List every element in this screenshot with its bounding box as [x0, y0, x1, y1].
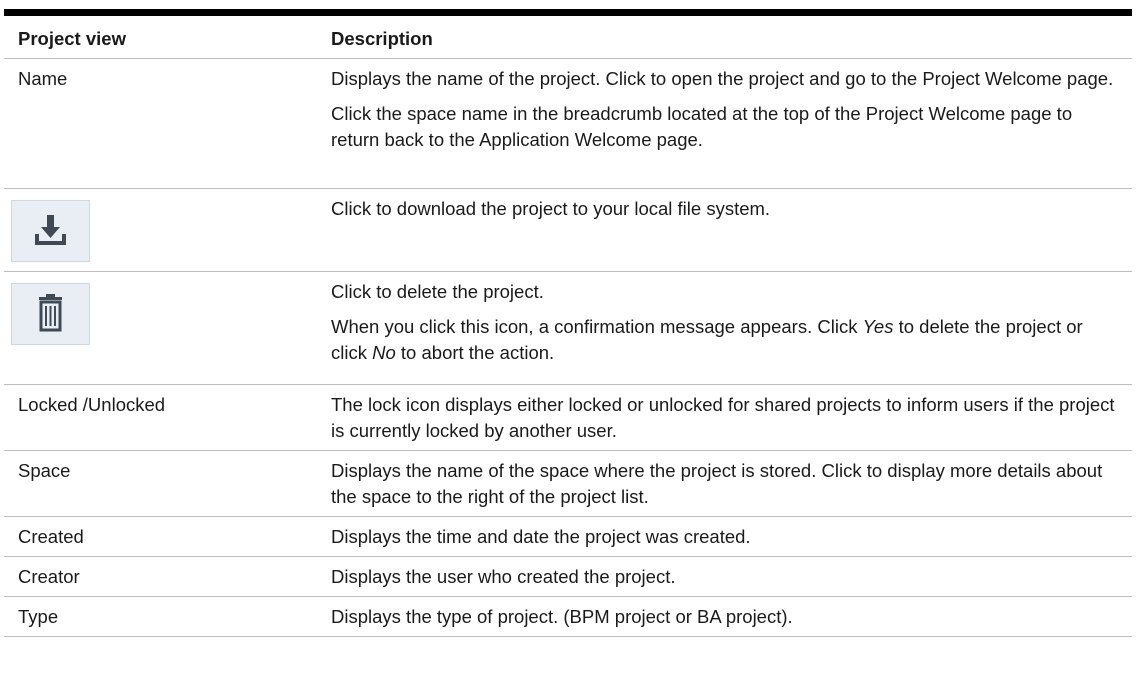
- view-cell-creator: Creator: [4, 556, 317, 597]
- header-description: Description: [317, 9, 1132, 59]
- download-icon: [11, 200, 90, 262]
- no-emphasis: No: [372, 342, 396, 363]
- desc-text: When you click this icon, a confirmation…: [331, 316, 863, 337]
- table-row-creator: Creator Displays the user who created th…: [4, 556, 1132, 597]
- view-cell-type: Type: [4, 596, 317, 637]
- trash-icon: [11, 283, 90, 345]
- desc-paragraph: Click the space name in the breadcrumb l…: [331, 103, 1073, 150]
- table-row-locked: Locked /Unlocked The lock icon displays …: [4, 384, 1132, 451]
- table-row-name: Name Displays the name of the project. C…: [4, 58, 1132, 189]
- view-cell-locked: Locked /Unlocked: [4, 384, 317, 451]
- desc-paragraph: The lock icon displays either locked or …: [331, 394, 1115, 441]
- desc-paragraph: Displays the name of the space where the…: [331, 460, 1103, 507]
- desc-cell-delete: Click to delete the project. When you cl…: [317, 271, 1132, 385]
- view-cell-name: Name: [4, 58, 317, 189]
- desc-cell-created: Displays the time and date the project w…: [317, 516, 1132, 557]
- table-row-type: Type Displays the type of project. (BPM …: [4, 596, 1132, 637]
- desc-paragraph: Displays the user who created the projec…: [331, 566, 676, 587]
- desc-paragraph: When you click this icon, a confirmation…: [331, 314, 1118, 366]
- table-row-created: Created Displays the time and date the p…: [4, 516, 1132, 557]
- header-project-view: Project view: [4, 9, 317, 59]
- desc-paragraph: Click to delete the project.: [331, 281, 544, 302]
- desc-paragraph: Click to download the project to your lo…: [331, 198, 771, 219]
- desc-text: to abort the action.: [395, 342, 555, 363]
- desc-cell-creator: Displays the user who created the projec…: [317, 556, 1132, 597]
- view-cell-download: [4, 188, 317, 272]
- desc-cell-name: Displays the name of the project. Click …: [317, 58, 1132, 189]
- project-view-table: Project view Description Name Displays t…: [4, 9, 1132, 637]
- view-cell-created: Created: [4, 516, 317, 557]
- table-header-row: Project view Description: [4, 9, 1132, 59]
- table-row-download: Click to download the project to your lo…: [4, 188, 1132, 272]
- desc-cell-locked: The lock icon displays either locked or …: [317, 384, 1132, 451]
- desc-cell-space: Displays the name of the space where the…: [317, 450, 1132, 517]
- table-row-space: Space Displays the name of the space whe…: [4, 450, 1132, 517]
- desc-paragraph: Displays the name of the project. Click …: [331, 68, 1114, 89]
- table-row-delete: Click to delete the project. When you cl…: [4, 271, 1132, 385]
- view-cell-delete: [4, 271, 317, 385]
- view-cell-space: Space: [4, 450, 317, 517]
- desc-paragraph: Displays the type of project. (BPM proje…: [331, 606, 793, 627]
- desc-paragraph: Displays the time and date the project w…: [331, 526, 751, 547]
- desc-cell-type: Displays the type of project. (BPM proje…: [317, 596, 1132, 637]
- yes-emphasis: Yes: [862, 316, 894, 337]
- desc-cell-download: Click to download the project to your lo…: [317, 188, 1132, 272]
